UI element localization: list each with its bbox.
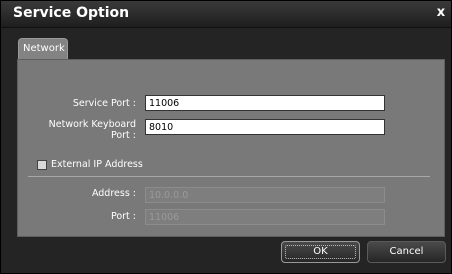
external-ip-checkbox[interactable] bbox=[37, 160, 47, 170]
service-option-dialog: Service Option x Network Service Port : … bbox=[0, 0, 452, 274]
ok-button-focus-ring bbox=[285, 245, 356, 259]
tab-network-label: Network bbox=[23, 43, 65, 54]
dialog-title: Service Option bbox=[13, 5, 130, 21]
cancel-button-label: Cancel bbox=[389, 246, 424, 257]
address-input[interactable] bbox=[145, 187, 385, 203]
network-keyboard-port-input[interactable] bbox=[145, 119, 385, 135]
port-input[interactable] bbox=[145, 209, 385, 225]
title-bar[interactable]: Service Option x bbox=[1, 1, 451, 28]
network-keyboard-port-label-line1: Network Keyboard bbox=[48, 119, 136, 130]
tab-network[interactable]: Network bbox=[18, 38, 68, 60]
divider bbox=[28, 176, 430, 177]
network-keyboard-port-label: Network Keyboard Port : bbox=[38, 119, 136, 141]
network-panel: Service Port : Network Keyboard Port : E… bbox=[17, 59, 445, 237]
ok-button[interactable]: OK bbox=[281, 241, 360, 263]
address-label: Address : bbox=[91, 188, 136, 199]
external-ip-label: External IP Address bbox=[51, 159, 143, 170]
cancel-button[interactable]: Cancel bbox=[367, 241, 446, 263]
service-port-input[interactable] bbox=[145, 95, 385, 111]
service-port-label: Service Port : bbox=[72, 98, 136, 109]
network-keyboard-port-label-line2: Port : bbox=[110, 130, 136, 141]
port-label: Port : bbox=[110, 211, 136, 222]
close-icon[interactable]: x bbox=[434, 5, 448, 21]
